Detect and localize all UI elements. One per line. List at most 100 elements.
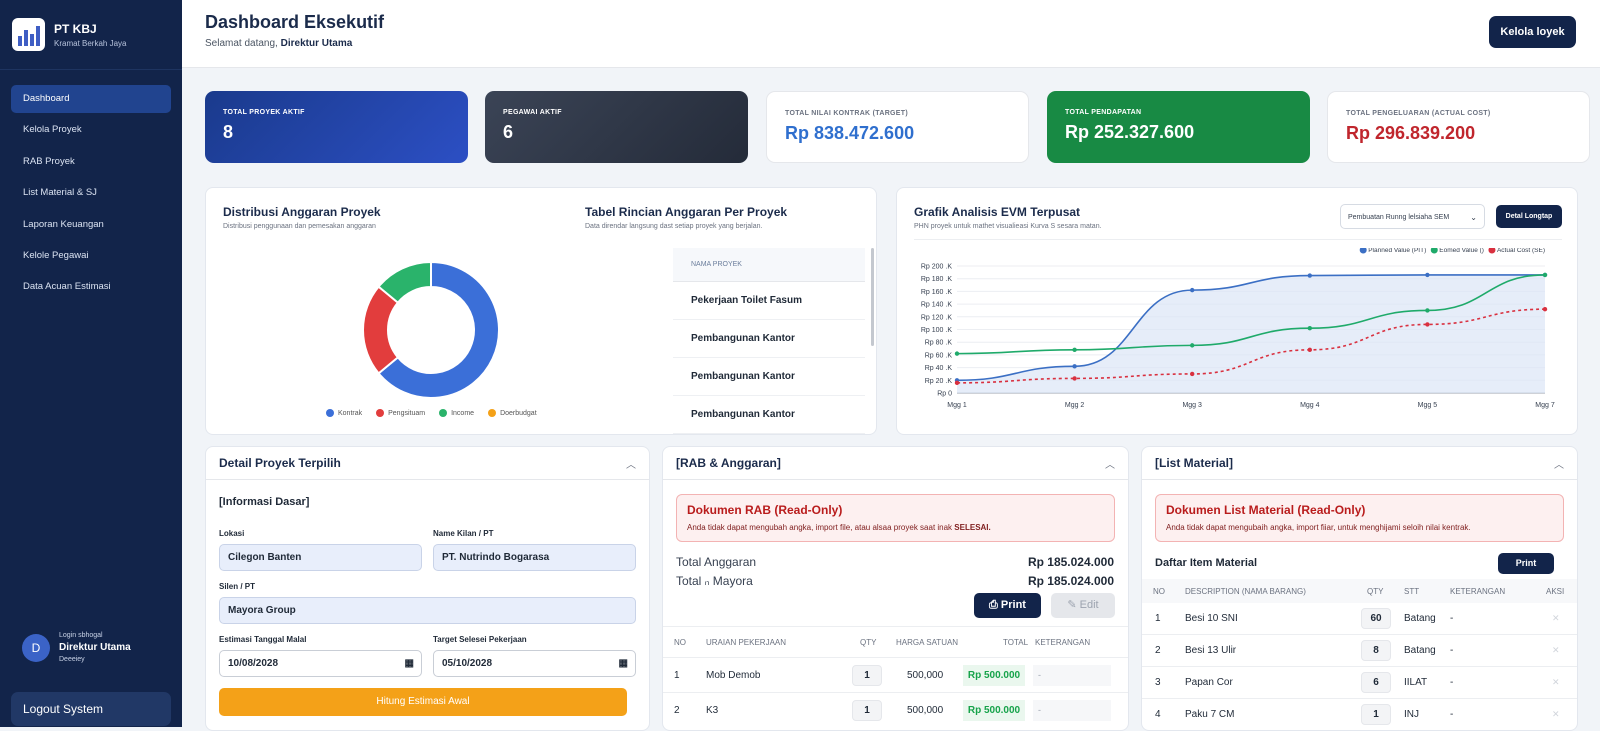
rab-alert-title: Dokumen RAB (Read-Only) — [687, 503, 843, 517]
x-tick-label: Mgg 4 — [1300, 402, 1320, 409]
rab-row-uraian: K3 — [706, 705, 719, 716]
project-row[interactable]: Pembangunan Kantor — [673, 396, 865, 434]
print-button[interactable]: ⎙ Print — [974, 593, 1041, 618]
distribusi-title: Distribusi Anggaran Proyek — [223, 205, 381, 219]
project-row[interactable]: Pembangunan Kantor — [673, 320, 865, 358]
delete-icon[interactable]: ✕ — [1552, 709, 1560, 720]
x-tick-label: Mgg 3 — [1182, 402, 1202, 409]
rab-alert: Dokumen RAB (Read-Only) Anda tidak dapat… — [676, 494, 1115, 542]
kpi-card-pengeluaran: TOTAL PENGELUARAN (ACTUAL COST) Rp 296.8… — [1327, 91, 1590, 163]
chevron-up-icon[interactable]: ︿ — [626, 456, 636, 471]
rab-row-qty: 1 — [852, 665, 882, 686]
col-qty: QTY — [1367, 587, 1384, 596]
material-alert-body: Anda tidak dapat mengubaih angka, import… — [1166, 523, 1471, 532]
divider — [663, 692, 1128, 693]
nav-item-dashboard[interactable]: Dashboard — [11, 85, 171, 113]
detail-button[interactable]: Detal Longtap — [1496, 205, 1562, 228]
nav-item-kelola-proyek[interactable]: Kelola Proyek — [11, 116, 171, 144]
table-scrollbar[interactable] — [871, 248, 874, 346]
brand-tagline: Kramat Berkah Jaya — [54, 38, 127, 48]
silen-field[interactable]: Mayora Group — [219, 597, 636, 624]
y-tick-label: Rp 120 .K — [921, 314, 952, 321]
edit-button[interactable]: ✎ Edit — [1051, 593, 1115, 618]
kpi-value: 6 — [503, 122, 514, 142]
rab-panel: [RAB & Anggaran] ︿ Dokumen RAB (Read-Only… — [662, 446, 1129, 731]
project-select[interactable]: Pembuatan Runng lelsiaha SEM ⌄ — [1340, 204, 1485, 229]
legend-label: Income — [451, 409, 475, 417]
x-tick-label: Mgg 5 — [1418, 402, 1438, 409]
col-keterangan: KETERANGAN — [1035, 638, 1091, 647]
project-row[interactable]: Pekerjaan Toilet Fasum — [673, 282, 865, 320]
col-aksi: AKSI — [1546, 587, 1565, 596]
kpi-value: Rp 296.839.200 — [1346, 123, 1476, 143]
evm-title: Grafik Analisis EVM Terpusat — [914, 205, 1081, 219]
material-row-desc: Paku 7 CM — [1185, 709, 1235, 720]
material-row-no: 3 — [1155, 677, 1161, 688]
legend-swatch — [1488, 248, 1496, 254]
target-date-field[interactable]: 05/10/2028 ▦ — [433, 650, 636, 677]
material-row-qty: 60 — [1361, 608, 1391, 629]
kelola-proyek-button[interactable]: Kelola loyek — [1489, 16, 1576, 48]
rab-row-total: Rp 500.000 — [963, 665, 1025, 686]
delete-icon[interactable]: ✕ — [1552, 645, 1560, 656]
material-row-no: 2 — [1155, 645, 1161, 656]
project-row[interactable]: Pembangunan Kantor — [673, 358, 865, 396]
user-role: Deeeiey — [59, 656, 85, 663]
anggaran-card: Distribusi Anggaran Proyek Distribusi pe… — [205, 187, 877, 435]
col-description: DESCRIPTION (NAMA BARANG) — [1185, 587, 1306, 596]
nav-item-laporan-keuangan[interactable]: Laporan Keuangan — [11, 211, 171, 239]
delete-icon[interactable]: ✕ — [1552, 677, 1560, 688]
mulai-date-field[interactable]: 10/08/2028 ▦ — [219, 650, 422, 677]
rab-row-uraian: Mob Demob — [706, 670, 761, 681]
data-point — [1425, 308, 1430, 313]
lokasi-field[interactable]: Cilegon Banten — [219, 544, 422, 571]
klien-field[interactable]: PT. Nutrindo Bogarasa — [433, 544, 636, 571]
y-tick-label: Rp 140 .K — [921, 302, 952, 309]
y-tick-label: Rp 180 .K — [921, 276, 952, 283]
brand-name: PT KBJ — [54, 21, 97, 36]
material-row-ket: - — [1450, 613, 1454, 624]
col-keterangan: KETERANGAN — [1450, 587, 1506, 596]
logo-icon — [12, 18, 45, 51]
kpi-card-kontrak: TOTAL NILAI KONTRAK (TARGET) Rp 838.472.… — [766, 91, 1029, 163]
rab-row-keterangan: - — [1033, 665, 1111, 686]
nav-item-rab-proyek[interactable]: RAB Proyek — [11, 148, 171, 176]
data-point — [1425, 322, 1430, 327]
logout-button[interactable]: Logout System — [11, 692, 171, 726]
divider — [1142, 666, 1577, 667]
kpi-label: TOTAL NILAI KONTRAK (TARGET) — [785, 110, 908, 117]
rab-row-no: 1 — [674, 670, 680, 681]
legend-label: Pengsituam — [388, 409, 426, 417]
data-point — [1425, 272, 1430, 278]
evm-card: Grafik Analisis EVM Terpusat PHN proyek … — [896, 187, 1578, 435]
data-point — [1190, 343, 1195, 348]
nav-item-list-material[interactable]: List Material & SJ — [11, 179, 171, 207]
y-tick-label: Rp 160 .K — [921, 289, 952, 296]
rab-title: [RAB & Anggaran] — [676, 456, 781, 470]
nav-item-data-acuan[interactable]: Data Acuan Estimasi — [11, 273, 171, 301]
legend-swatch — [1430, 248, 1438, 254]
klien-label: Name Kilan / PT — [433, 529, 494, 538]
calendar-icon[interactable]: ▦ — [619, 651, 628, 677]
y-tick-label: Rp 60 .K — [925, 352, 953, 359]
material-row-ket: - — [1450, 677, 1454, 688]
mulai-date-value: 10/08/2028 — [228, 658, 279, 669]
rab-row-keterangan: - — [1033, 700, 1111, 721]
chevron-up-icon[interactable]: ︿ — [1554, 456, 1564, 471]
delete-icon[interactable]: ✕ — [1552, 613, 1560, 624]
section-title: [Informasi Dasar] — [219, 496, 310, 508]
divider — [663, 657, 1128, 658]
sidebar: PT KBJ Kramat Berkah Jaya Dashboard Kelo… — [0, 0, 182, 727]
print-label: Print — [1000, 599, 1026, 611]
calendar-icon[interactable]: ▦ — [405, 651, 414, 677]
detail-panel: Detail Proyek Terpilih ︿ [Informasi Dasar… — [205, 446, 650, 731]
rab-row-harga: 500,000 — [907, 705, 944, 716]
data-point — [1307, 326, 1312, 331]
material-print-button[interactable]: Print — [1498, 553, 1554, 574]
material-alert-title: Dokumen List Material (Read-Only) — [1166, 503, 1366, 517]
kpi-card-pendapatan: TOTAL PENDAPATAN Rp 252.327.600 — [1047, 91, 1310, 163]
hitung-estimasi-button[interactable]: Hitung Estimasi Awal — [219, 688, 627, 716]
legend-item: Pengsituam — [376, 409, 425, 417]
chevron-up-icon[interactable]: ︿ — [1105, 456, 1115, 471]
nav-item-kelola-pegawai[interactable]: Kelole Pegawai — [11, 242, 171, 270]
